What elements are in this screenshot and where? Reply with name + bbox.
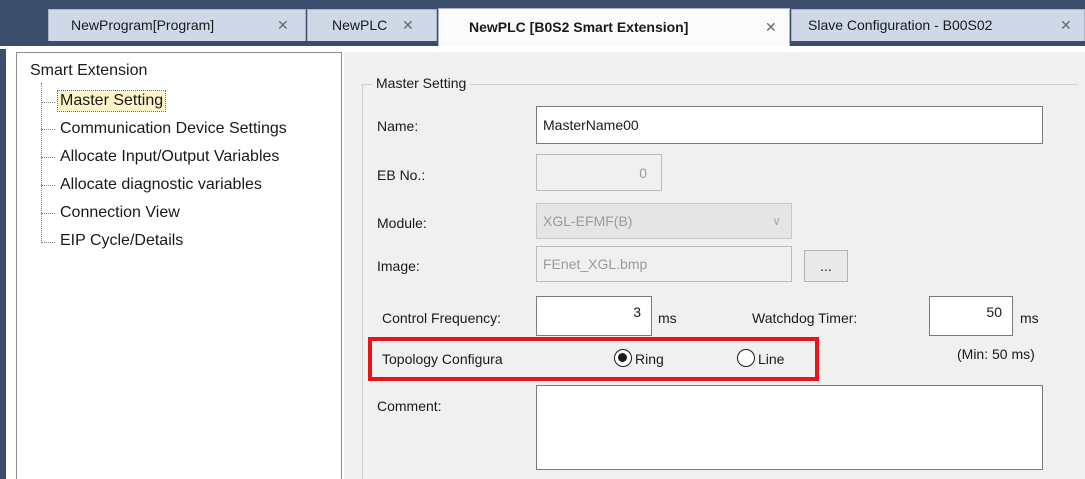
name-field[interactable]: MasterName00: [536, 106, 1043, 144]
tree-connector: [41, 129, 55, 130]
watchdog-timer-field[interactable]: 50: [929, 296, 1013, 336]
control-frequency-label: Control Frequency:: [382, 310, 502, 326]
topology-label: Topology Configura: [382, 351, 503, 367]
image-label: Image:: [377, 258, 420, 274]
tree-panel: [16, 52, 342, 479]
tab-newplc[interactable]: NewPLC ✕: [307, 9, 437, 41]
document-tab-strip: NewProgram[Program] ✕ NewPLC ✕ NewPLC [B…: [0, 0, 1085, 46]
eb-no-field: 0: [536, 154, 662, 191]
comment-textarea[interactable]: [536, 385, 1043, 470]
module-label: Module:: [377, 215, 427, 231]
topology-ring-label[interactable]: Ring: [635, 350, 664, 368]
close-icon[interactable]: ✕: [765, 9, 777, 45]
tab-slave-configuration[interactable]: Slave Configuration - B00S02 ✕: [791, 9, 1085, 41]
topology-line-label[interactable]: Line: [758, 350, 784, 368]
tab-smart-extension[interactable]: NewPLC [B0S2 Smart Extension] ✕: [438, 8, 790, 46]
tab-newprogram[interactable]: NewProgram[Program] ✕: [48, 9, 306, 41]
close-icon[interactable]: ✕: [1060, 10, 1072, 40]
tree-item-allocate-diagnostic-variables[interactable]: Allocate diagnostic variables: [60, 175, 262, 195]
tree-connector: [41, 213, 55, 214]
browse-button[interactable]: ...: [804, 250, 848, 282]
tree-connector: [41, 185, 55, 186]
watchdog-timer-label: Watchdog Timer:: [752, 310, 858, 326]
tree-item-connection-view[interactable]: Connection View: [60, 203, 180, 223]
tree-connector: [41, 242, 55, 243]
module-select: XGL-EFMF(B) ∨: [536, 203, 792, 239]
control-frequency-field[interactable]: 3: [536, 296, 652, 336]
tree-root-smart-extension[interactable]: Smart Extension: [30, 61, 147, 81]
watchdog-min-hint: (Min: 50 ms): [957, 346, 1035, 362]
tab-label: NewPLC: [332, 17, 388, 33]
module-value: XGL-EFMF(B): [543, 213, 633, 229]
eb-no-label: EB No.:: [377, 167, 426, 183]
watchdog-timer-unit: ms: [1020, 310, 1039, 326]
topology-line-radio[interactable]: [737, 349, 755, 367]
image-field: FEnet_XGL.bmp: [536, 246, 792, 282]
tree-item-communication-device-settings[interactable]: Communication Device Settings: [60, 119, 287, 139]
tree-item-allocate-io-variables[interactable]: Allocate Input/Output Variables: [60, 147, 279, 167]
tab-label: NewProgram[Program]: [71, 17, 215, 33]
tab-label: NewPLC [B0S2 Smart Extension]: [469, 19, 689, 35]
tree-connector: [41, 157, 55, 158]
chevron-down-icon: ∨: [772, 214, 781, 228]
name-label: Name:: [377, 118, 419, 134]
comment-label: Comment:: [377, 398, 442, 414]
close-icon[interactable]: ✕: [402, 10, 414, 40]
tab-label: Slave Configuration - B00S02: [808, 17, 993, 33]
tree-item-eip-cycle-details[interactable]: EIP Cycle/Details: [60, 231, 183, 251]
tree-connector: [41, 83, 42, 243]
control-frequency-unit: ms: [658, 310, 677, 326]
close-icon[interactable]: ✕: [277, 10, 289, 40]
tree-item-master-setting[interactable]: Master Setting: [56, 90, 167, 112]
group-title: Master Setting: [372, 75, 471, 91]
tree-connector: [41, 102, 55, 103]
topology-ring-radio[interactable]: [614, 349, 632, 367]
